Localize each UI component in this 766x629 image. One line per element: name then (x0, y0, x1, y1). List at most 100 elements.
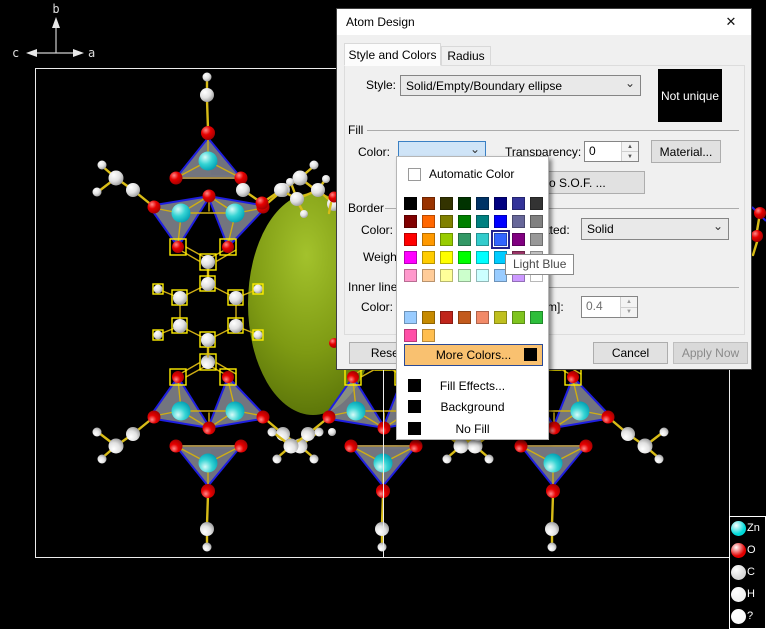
automatic-color-label: Automatic Color (429, 167, 514, 181)
inner-weight-spinner[interactable]: 0.4 ▲ ▼ (581, 296, 638, 318)
background-item[interactable]: Background (397, 396, 548, 417)
spin-down-icon[interactable]: ▼ (621, 307, 637, 318)
color-swatch[interactable] (458, 251, 471, 264)
color-swatch[interactable] (422, 233, 435, 246)
color-swatch[interactable] (440, 269, 453, 282)
chevron-down-icon: ⌄ (470, 146, 480, 152)
spin-up-icon[interactable]: ▲ (622, 142, 638, 151)
palette-custom-grid (404, 311, 543, 342)
color-swatch[interactable] (512, 215, 525, 228)
fill-effects-swatch-icon (408, 379, 421, 392)
color-swatch[interactable] (476, 269, 489, 282)
legend-label: Zn (747, 522, 760, 534)
spin-down-icon[interactable]: ▼ (622, 151, 638, 161)
inner-line-group-label: Inner line (348, 280, 397, 294)
tab-style-and-colors[interactable]: Style and Colors (344, 43, 441, 66)
color-swatch[interactable] (494, 233, 507, 246)
legend-item: ? (730, 605, 765, 627)
legend-label: ? (747, 610, 753, 622)
atom-preview: Not unique (658, 69, 722, 122)
color-swatch[interactable] (422, 269, 435, 282)
tab-radius[interactable]: Radius (441, 46, 491, 66)
color-swatch[interactable] (476, 215, 489, 228)
border-color-label: Color: (361, 223, 393, 237)
transparency-spinner[interactable]: 0 ▲ ▼ (584, 141, 639, 162)
custom-color-swatch[interactable] (404, 329, 417, 342)
custom-color-swatch[interactable] (494, 311, 507, 324)
custom-color-swatch[interactable] (440, 311, 453, 324)
ring-linker (153, 276, 263, 357)
custom-color-swatch[interactable] (512, 311, 525, 324)
legend-label: C (747, 566, 755, 578)
legend-label: H (747, 588, 755, 600)
atom-sphere-icon (731, 609, 746, 624)
atom-legend: Zn OCH? (729, 516, 766, 629)
legend-item: H (730, 583, 765, 605)
color-swatch[interactable] (440, 251, 453, 264)
fill-group-label: Fill (348, 123, 363, 137)
material-button[interactable]: Material... (651, 140, 721, 163)
custom-color-swatch[interactable] (422, 329, 435, 342)
color-swatch[interactable] (404, 269, 417, 282)
legend-item: C (730, 561, 765, 583)
apply-now-button[interactable]: Apply Now (673, 342, 748, 364)
color-swatch[interactable] (458, 197, 471, 210)
color-swatch[interactable] (422, 215, 435, 228)
legend-item: Zn (730, 517, 765, 539)
color-swatch[interactable] (494, 197, 507, 210)
custom-color-swatch[interactable] (476, 311, 489, 324)
color-swatch[interactable] (476, 251, 489, 264)
automatic-color-checkbox[interactable] (408, 168, 421, 181)
atom-sphere-icon (731, 521, 746, 536)
custom-color-swatch[interactable] (458, 311, 471, 324)
color-swatch[interactable] (476, 233, 489, 246)
no-fill-item[interactable]: No Fill (397, 418, 548, 439)
color-swatch[interactable] (476, 197, 489, 210)
color-swatch[interactable] (440, 197, 453, 210)
background-swatch-icon (408, 400, 421, 413)
color-swatch[interactable] (422, 251, 435, 264)
custom-color-swatch[interactable] (404, 311, 417, 324)
color-swatch[interactable] (458, 215, 471, 228)
close-icon[interactable]: ✕ (711, 9, 751, 35)
color-swatch[interactable] (404, 197, 417, 210)
color-swatch[interactable] (494, 215, 507, 228)
no-fill-swatch-icon (408, 422, 421, 435)
color-swatch[interactable] (530, 233, 543, 246)
cancel-button[interactable]: Cancel (593, 342, 668, 364)
current-color-swatch-icon (524, 348, 537, 361)
dotted-combobox[interactable]: Solid ⌄ (581, 218, 729, 240)
atom-sphere-icon (731, 587, 746, 602)
custom-color-swatch[interactable] (422, 311, 435, 324)
style-label: Style: (366, 78, 396, 92)
custom-color-swatch[interactable] (530, 311, 543, 324)
color-swatch[interactable] (404, 251, 417, 264)
color-swatch[interactable] (440, 215, 453, 228)
legend-label: O (747, 544, 756, 556)
color-swatch[interactable] (512, 197, 525, 210)
color-swatch[interactable] (458, 269, 471, 282)
inner-color-label: Color: (361, 300, 393, 314)
chevron-down-icon: ⌄ (625, 80, 635, 86)
color-swatch[interactable] (512, 233, 525, 246)
color-swatch[interactable] (404, 215, 417, 228)
axis-b-label: b (52, 2, 59, 16)
axis-a-label: a (88, 46, 95, 60)
style-combobox[interactable]: Solid/Empty/Boundary ellipse ⌄ (400, 75, 641, 96)
spin-up-icon[interactable]: ▲ (621, 297, 637, 307)
axis-indicator: b a c (12, 2, 95, 60)
dialog-title: Atom Design (337, 9, 751, 35)
legend-item: O (730, 539, 765, 561)
color-swatch[interactable] (530, 197, 543, 210)
color-tooltip: Light Blue (505, 254, 574, 275)
color-swatch[interactable] (458, 233, 471, 246)
more-colors-item[interactable]: More Colors... (404, 344, 543, 366)
color-swatch[interactable] (440, 233, 453, 246)
fill-effects-item[interactable]: Fill Effects... (397, 375, 548, 396)
automatic-color-row[interactable]: Automatic Color (408, 167, 514, 181)
color-swatch[interactable] (530, 215, 543, 228)
border-group-label: Border (348, 201, 384, 215)
color-swatch[interactable] (422, 197, 435, 210)
inner-mm-label: m]: (547, 300, 564, 314)
color-swatch[interactable] (404, 233, 417, 246)
